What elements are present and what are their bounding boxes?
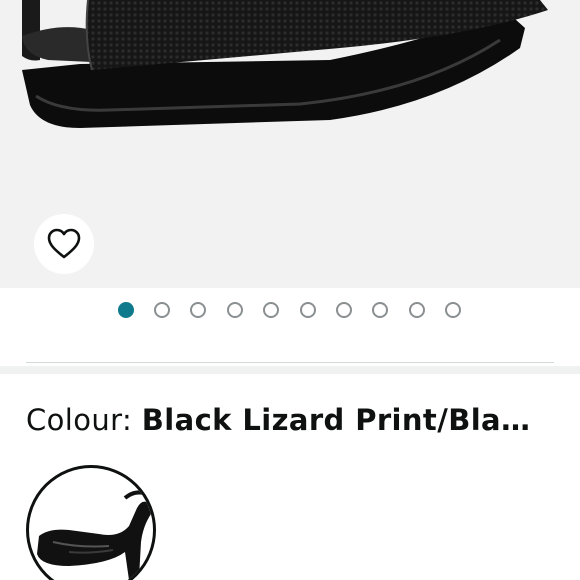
pagination-dot[interactable] <box>372 302 388 318</box>
pagination-dot[interactable] <box>227 302 243 318</box>
pagination-dot[interactable] <box>300 302 316 318</box>
pagination-dot[interactable] <box>445 302 461 318</box>
section-separator <box>0 366 580 374</box>
divider <box>26 362 554 363</box>
heart-icon <box>47 228 81 259</box>
colour-selection-label: Colour: Black Lizard Print/Bla… <box>26 402 566 438</box>
colour-value: Black Lizard Print/Bla… <box>141 403 531 437</box>
pagination-dot[interactable] <box>154 302 170 318</box>
swatch-shoe-image <box>37 490 152 580</box>
pagination-dot[interactable] <box>118 302 134 318</box>
colour-swatch-selected[interactable] <box>26 465 156 580</box>
wishlist-button[interactable] <box>34 214 94 274</box>
pagination-dot[interactable] <box>336 302 352 318</box>
pagination-dot[interactable] <box>263 302 279 318</box>
pagination-dot[interactable] <box>409 302 425 318</box>
pagination-dot[interactable] <box>190 302 206 318</box>
image-pagination <box>0 300 580 320</box>
product-image[interactable] <box>0 0 580 288</box>
colour-label: Colour: <box>26 403 142 437</box>
